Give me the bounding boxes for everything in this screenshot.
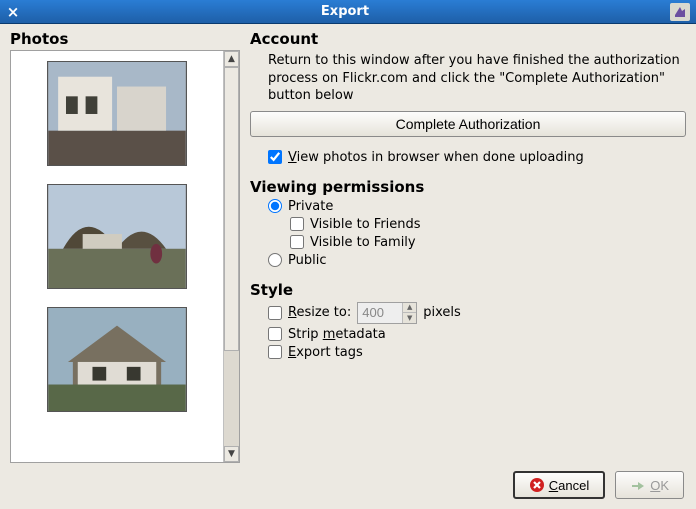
permissions-heading: Viewing permissions	[250, 178, 686, 196]
export-tags-label: Export tags	[288, 345, 363, 360]
photo-thumbnail[interactable]	[47, 184, 187, 289]
spin-up-icon[interactable]: ▲	[403, 303, 416, 314]
public-radio-row[interactable]: Public	[268, 253, 686, 268]
scroll-down-icon[interactable]: ▼	[224, 446, 239, 462]
visible-family-label: Visible to Family	[310, 235, 416, 250]
cancel-icon	[529, 477, 545, 493]
photos-heading: Photos	[10, 30, 240, 48]
strip-metadata-checkbox[interactable]	[268, 327, 282, 341]
resize-spinner[interactable]: ▲ ▼	[357, 302, 417, 324]
app-icon	[670, 3, 690, 21]
photo-list	[11, 51, 223, 462]
strip-metadata-label: Strip metadata	[288, 327, 386, 342]
spin-down-icon[interactable]: ▼	[403, 313, 416, 323]
scroll-track[interactable]	[224, 67, 239, 446]
ok-icon	[630, 477, 646, 493]
scroll-up-icon[interactable]: ▲	[224, 51, 239, 67]
private-radio[interactable]	[268, 199, 282, 213]
title-bar: × Export	[0, 0, 696, 24]
photo-list-container: ▲ ▼	[10, 50, 240, 463]
ok-button: OK	[615, 471, 684, 499]
view-browser-label: View photos in browser when done uploadi…	[288, 150, 584, 165]
public-label: Public	[288, 253, 326, 268]
resize-label: Resize to:	[288, 305, 351, 320]
export-tags-row[interactable]: Export tags	[268, 345, 686, 360]
cancel-button[interactable]: Cancel	[513, 471, 605, 499]
photo-thumbnail[interactable]	[47, 61, 187, 166]
private-label: Private	[288, 199, 333, 214]
visible-family-row[interactable]: Visible to Family	[290, 235, 686, 250]
resize-input[interactable]	[358, 303, 402, 323]
view-browser-checkbox-row[interactable]: View photos in browser when done uploadi…	[268, 150, 686, 165]
visible-friends-checkbox[interactable]	[290, 217, 304, 231]
scroll-thumb[interactable]	[224, 67, 239, 351]
scrollbar[interactable]: ▲ ▼	[223, 51, 239, 462]
close-icon[interactable]: ×	[6, 3, 20, 21]
account-heading: Account	[250, 30, 686, 48]
public-radio[interactable]	[268, 253, 282, 267]
button-bar: Cancel OK	[0, 463, 696, 509]
resize-checkbox[interactable]	[268, 306, 282, 320]
view-browser-checkbox[interactable]	[268, 150, 282, 164]
visible-friends-row[interactable]: Visible to Friends	[290, 217, 686, 232]
resize-suffix: pixels	[423, 305, 461, 320]
account-instruction: Return to this window after you have fin…	[268, 52, 686, 105]
complete-authorization-button[interactable]: Complete Authorization	[250, 111, 686, 137]
style-heading: Style	[250, 281, 686, 299]
visible-friends-label: Visible to Friends	[310, 217, 421, 232]
visible-family-checkbox[interactable]	[290, 235, 304, 249]
photo-thumbnail[interactable]	[47, 307, 187, 412]
private-radio-row[interactable]: Private	[268, 199, 686, 214]
strip-metadata-row[interactable]: Strip metadata	[268, 327, 686, 342]
window-title: Export	[20, 4, 670, 19]
export-tags-checkbox[interactable]	[268, 345, 282, 359]
